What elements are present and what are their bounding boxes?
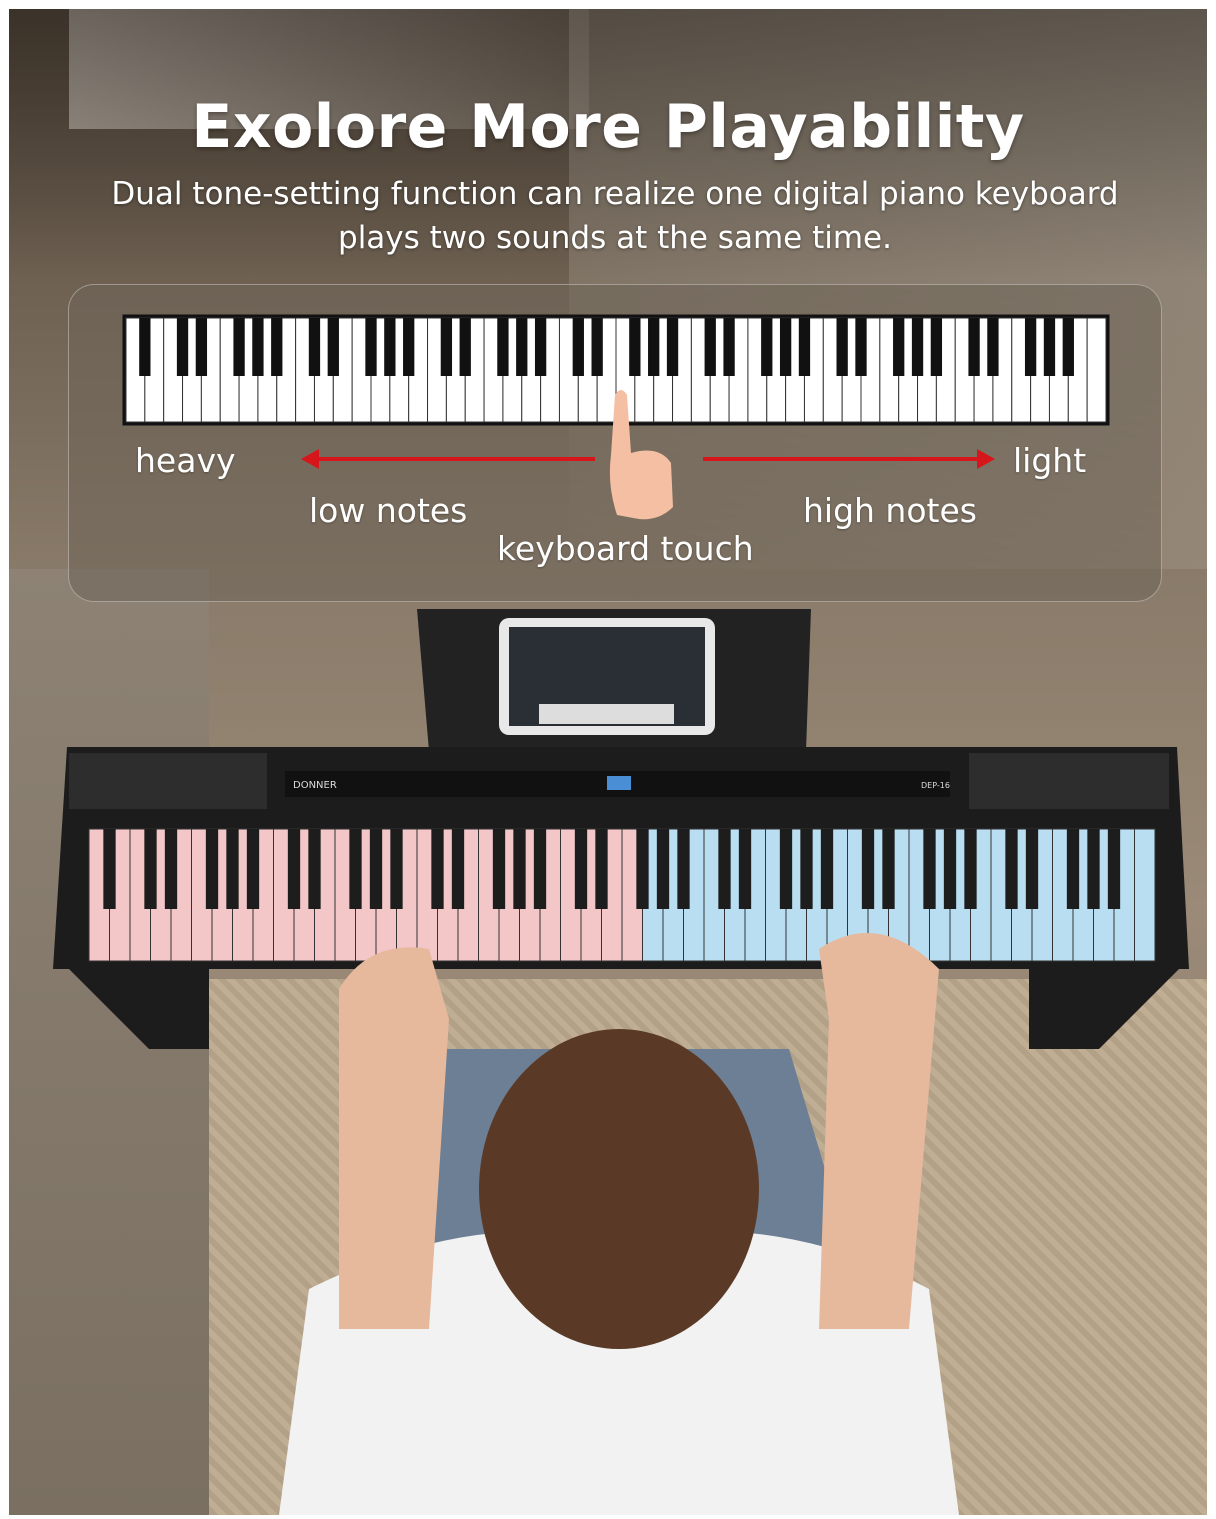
black-key — [349, 829, 362, 909]
player-hair — [479, 1029, 759, 1349]
black-key — [246, 829, 260, 909]
black-key — [1005, 829, 1018, 909]
display-screen — [607, 776, 631, 790]
black-key — [779, 829, 793, 909]
black-key — [855, 318, 867, 376]
black-key — [761, 318, 773, 376]
black-key — [1024, 318, 1037, 376]
subline: Dual tone-setting function can realize o… — [111, 176, 1119, 256]
black-key — [459, 318, 471, 376]
black-key — [390, 829, 403, 909]
black-key — [779, 318, 792, 376]
label-high-notes: high notes — [803, 491, 977, 530]
black-key — [704, 318, 716, 376]
black-key — [431, 829, 444, 909]
black-key — [497, 318, 509, 376]
black-key — [574, 829, 588, 909]
player-left-arm — [339, 947, 449, 1329]
black-key — [144, 829, 157, 909]
black-key — [1066, 829, 1080, 909]
black-key — [369, 829, 383, 909]
black-key — [287, 829, 301, 909]
label-low-notes: low notes — [309, 491, 468, 530]
black-key — [591, 318, 603, 376]
black-key — [666, 318, 679, 376]
black-key — [176, 318, 189, 376]
black-key — [451, 829, 465, 909]
black-key — [836, 318, 848, 376]
black-key — [308, 318, 321, 376]
black-key — [943, 829, 957, 909]
black-key — [226, 829, 239, 909]
black-key — [882, 829, 895, 909]
black-key — [820, 829, 834, 909]
black-key — [595, 829, 608, 909]
black-key — [636, 829, 649, 909]
black-key — [233, 318, 245, 376]
black-key — [629, 318, 641, 376]
black-key — [1107, 829, 1121, 909]
black-key — [271, 318, 283, 376]
black-key — [987, 318, 999, 376]
black-key — [723, 318, 735, 376]
black-key — [164, 829, 178, 909]
black-key — [648, 318, 660, 376]
black-key — [440, 318, 453, 376]
black-key — [327, 318, 339, 376]
black-key — [1043, 318, 1056, 376]
black-key — [308, 829, 321, 909]
photo-keys — [88, 828, 1156, 962]
black-key — [718, 829, 731, 909]
black-key — [964, 829, 977, 909]
black-key — [800, 829, 813, 909]
black-key — [205, 829, 219, 909]
black-key — [139, 318, 151, 376]
right-arrowhead — [977, 449, 995, 469]
black-key — [923, 829, 936, 909]
label-heavy: heavy — [135, 441, 236, 480]
black-key — [492, 829, 506, 909]
black-key — [1062, 318, 1074, 376]
headline: Exolore More Playability — [191, 92, 1025, 162]
white-key — [1134, 828, 1156, 962]
label-keyboard-touch: keyboard touch — [497, 529, 754, 568]
black-key — [516, 318, 528, 376]
black-key — [677, 829, 690, 909]
black-key — [365, 318, 377, 376]
black-key — [403, 318, 415, 376]
black-key — [930, 318, 943, 376]
player-right-arm — [819, 933, 939, 1329]
label-light: light — [1013, 441, 1087, 480]
black-key — [513, 829, 526, 909]
black-key — [534, 318, 547, 376]
right-speaker-grille — [969, 753, 1169, 809]
black-key — [911, 318, 924, 376]
left-speaker-grille — [69, 753, 267, 809]
black-key — [893, 318, 905, 376]
black-key — [1087, 829, 1100, 909]
tablet-keyboard — [539, 704, 674, 724]
left-arrowhead — [301, 449, 319, 469]
black-key — [384, 318, 396, 376]
touch-diagram-panel: heavy light low notes high notes keyboar… — [68, 284, 1162, 602]
right-leg — [1029, 969, 1179, 1049]
black-key — [533, 829, 547, 909]
product-banner: { "headline": "Exolore More Playability"… — [0, 0, 1216, 1519]
black-key — [656, 829, 670, 909]
black-key — [252, 318, 264, 376]
white-key — [1086, 317, 1107, 423]
black-key — [1025, 829, 1039, 909]
left-leg — [69, 969, 209, 1049]
black-key — [103, 829, 116, 909]
black-key — [861, 829, 875, 909]
brand-logo: DONNER — [293, 780, 337, 791]
black-key — [798, 318, 811, 376]
black-key — [572, 318, 584, 376]
black-key — [195, 318, 208, 376]
black-key — [738, 829, 752, 909]
black-key — [968, 318, 980, 376]
model-badge: DEP-16 — [921, 781, 950, 790]
